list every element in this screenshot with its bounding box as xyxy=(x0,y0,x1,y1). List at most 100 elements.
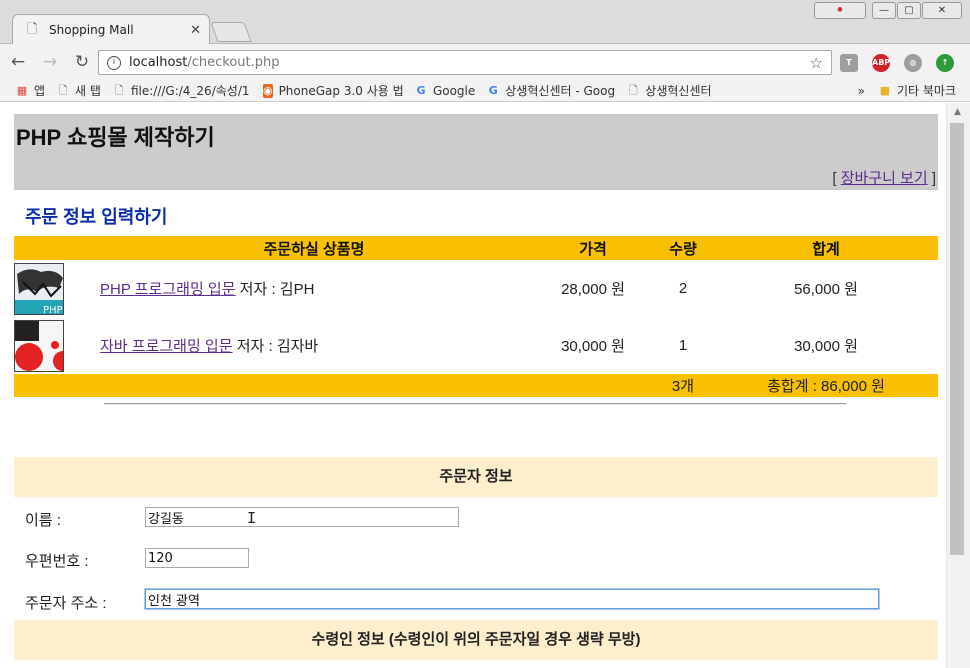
text-cursor-icon: I xyxy=(247,509,257,527)
orderer-zip-input[interactable] xyxy=(145,548,249,568)
java-book-image xyxy=(15,320,63,371)
back-button[interactable]: ← xyxy=(4,52,32,72)
product-name-cell: PHP 프로그래밍 입문 저자 : 김PH xyxy=(100,260,534,317)
table-row: 자바 프로그래밍 입문 저자 : 김자바 30,000 원 1 30,000 원 xyxy=(14,317,938,374)
bookmark-phonegap[interactable]: ◉ PhoneGap 3.0 사용 법 xyxy=(262,82,403,99)
page-title: PHP 쇼핑몰 제작하기 xyxy=(16,125,215,150)
bracket-open: [ xyxy=(832,170,841,187)
product-thumb-cell: PHP xyxy=(14,260,100,317)
arrow-right-icon: → xyxy=(42,52,58,72)
svg-text:PHP: PHP xyxy=(43,305,63,315)
bookmark-google[interactable]: G Google xyxy=(415,84,475,98)
total-spacer xyxy=(14,374,652,397)
address-label: 주문자 주소 : xyxy=(25,595,107,612)
bookmarks-overflow[interactable]: » xyxy=(858,84,865,98)
bookmark-google-center[interactable]: G 상생혁신센터 - Goog xyxy=(487,82,615,99)
php-book-image: PHP xyxy=(15,263,63,315)
page-scrollbar[interactable]: ▲ xyxy=(946,103,970,668)
bookmark-center[interactable]: 🗋 상생혁신센터 xyxy=(627,82,712,99)
orderer-address-input[interactable] xyxy=(144,588,880,610)
url-path: /checkout.php xyxy=(187,55,280,70)
php-book-cover[interactable]: PHP xyxy=(14,262,64,315)
product-link[interactable]: 자바 프로그래밍 입문 xyxy=(100,338,233,355)
scrollbar-thumb[interactable] xyxy=(950,123,964,555)
bracket-close: ] xyxy=(927,170,936,187)
tab-close-icon[interactable]: ✕ xyxy=(190,23,201,38)
close-icon: ✕ xyxy=(937,5,947,16)
bookmark-apps[interactable]: ▦ 앱 xyxy=(16,82,45,99)
bookmark-label: file:///G:/4_26/속성/1 xyxy=(130,84,250,98)
product-price: 28,000 원 xyxy=(561,281,625,298)
adblock-icon[interactable]: ABP xyxy=(872,54,890,72)
minimize-button[interactable]: — xyxy=(872,2,896,19)
table-row: PHP PHP 프로그래밍 입문 저자 : 김PH 28,000 원 2 56,… xyxy=(14,260,938,317)
bookmarks-bar: ▦ 앱 🗋 새 탭 🗋 file:///G:/4_26/속성/1 ◉ Phone… xyxy=(0,80,970,102)
page-viewport: PHP 쇼핑몰 제작하기 [ 장바구니 보기 ] 주문 정보 입력하기 주문하실… xyxy=(0,103,946,668)
profile-button[interactable]: ⚫ xyxy=(814,2,866,19)
receiver-info-heading: 수령인 정보 (수령인이 위의 주문자일 경우 생략 무방) xyxy=(14,620,938,660)
bookmark-label: 상생혁신센터 - Goog xyxy=(505,84,616,98)
cart-table: 주문하실 상품명 가격 수량 합계 PHP PHP 프로그래밍 입문 저자 : xyxy=(14,236,938,397)
folder-icon: ■ xyxy=(879,83,891,97)
product-subtotal: 30,000 원 xyxy=(794,338,858,355)
product-author: 저자 : 김PH xyxy=(235,281,315,298)
apps-grid-icon: ▦ xyxy=(16,83,28,97)
bookmark-label: 새 탭 xyxy=(75,84,101,98)
browser-tab[interactable]: 🗋 Shopping Mall ✕ xyxy=(12,14,210,45)
forward-button[interactable]: → xyxy=(36,52,64,72)
product-qty: 1 xyxy=(678,337,688,354)
bookmark-label: 앱 xyxy=(34,84,46,98)
address-bar[interactable]: i localhost /checkout.php ☆ xyxy=(98,50,832,75)
view-cart-link[interactable]: 장바구니 보기 xyxy=(841,170,928,187)
close-window-button[interactable]: ✕ xyxy=(922,2,962,19)
phonegap-icon: ◉ xyxy=(262,83,273,98)
minimize-icon: — xyxy=(879,5,889,16)
cart-total-row: 3개 총합계 : 86,000 원 xyxy=(14,374,938,397)
product-thumb-cell xyxy=(14,317,100,374)
col-subtotal: 합계 xyxy=(714,236,938,260)
product-name-cell: 자바 프로그래밍 입문 저자 : 김자바 xyxy=(100,317,534,374)
zip-label: 우편번호 : xyxy=(25,553,89,570)
bookmark-label: Google xyxy=(432,83,476,98)
browser-toolbar: ← → ↻ i localhost /checkout.php ☆ T ABP … xyxy=(0,44,970,80)
scroll-up-icon[interactable]: ▲ xyxy=(954,107,961,117)
bookmark-file[interactable]: 🗋 file:///G:/4_26/속성/1 xyxy=(113,82,251,99)
bookmark-other[interactable]: ■ 기타 북마크 xyxy=(879,82,956,99)
bookmark-label: PhoneGap 3.0 사용 법 xyxy=(278,84,403,98)
product-price: 30,000 원 xyxy=(561,338,625,355)
globe-icon[interactable]: ◍ xyxy=(904,54,922,72)
maximize-icon: ▢ xyxy=(904,5,914,16)
name-label: 이름 : xyxy=(25,512,61,529)
bookmark-star-icon[interactable]: ☆ xyxy=(810,54,823,72)
col-qty: 수량 xyxy=(652,236,714,260)
divider xyxy=(104,403,846,405)
new-tab-button[interactable] xyxy=(210,22,252,42)
google-icon: G xyxy=(416,83,426,97)
extension-t-icon[interactable]: T xyxy=(840,54,858,72)
total-amount: 총합계 : 86,000 원 xyxy=(714,374,938,397)
url-host: localhost xyxy=(129,55,188,70)
product-author: 저자 : 김자바 xyxy=(232,338,319,355)
orderer-name-input[interactable] xyxy=(145,507,459,527)
reload-icon: ↻ xyxy=(74,52,90,72)
page-icon: 🗋 xyxy=(628,83,638,97)
product-qty: 2 xyxy=(678,280,688,297)
page-icon: 🗋 xyxy=(27,22,38,37)
bookmark-label: 상생혁신센터 xyxy=(645,84,712,98)
orderer-info-heading: 주문자 정보 xyxy=(14,457,938,497)
info-icon[interactable]: i xyxy=(107,55,121,70)
site-header: PHP 쇼핑몰 제작하기 [ 장바구니 보기 ] xyxy=(14,114,938,190)
col-product: 주문하실 상품명 xyxy=(14,236,534,260)
bookmark-new-tab[interactable]: 🗋 새 탭 xyxy=(57,82,101,99)
product-link[interactable]: PHP 프로그래밍 입문 xyxy=(100,281,236,298)
page-icon: 🗋 xyxy=(58,83,68,97)
total-qty: 3개 xyxy=(652,374,714,397)
section-title: 주문 정보 입력하기 xyxy=(25,207,168,227)
col-price: 가격 xyxy=(534,236,652,260)
maximize-button[interactable]: ▢ xyxy=(897,2,921,19)
java-book-cover[interactable] xyxy=(14,319,64,372)
reload-button[interactable]: ↻ xyxy=(68,52,96,72)
arrow-left-icon: ← xyxy=(10,52,26,72)
upload-icon[interactable]: ↑ xyxy=(936,54,954,72)
cart-header-row: 주문하실 상품명 가격 수량 합계 xyxy=(14,236,938,260)
